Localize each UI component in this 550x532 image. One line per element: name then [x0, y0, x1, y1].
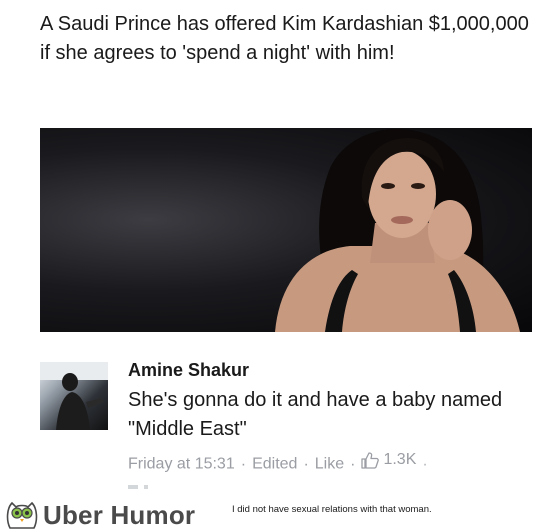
meta-separator: ·	[303, 455, 309, 473]
comment-text: She's gonna do it and have a baby named …	[128, 389, 503, 440]
meta-separator: ·	[240, 455, 247, 473]
comment-timestamp[interactable]: Friday at 15:31	[128, 456, 235, 473]
edited-label[interactable]: Edited	[252, 456, 297, 473]
comment-meta: Friday at 15:31 · Edited · Like · 1.3K ·	[128, 451, 434, 474]
like-count[interactable]: 1.3K	[361, 451, 416, 469]
owl-logo-icon	[6, 501, 38, 529]
comment-meta-overflow	[128, 478, 158, 496]
watermark-footer: Uber Humor I did not have sexual relatio…	[0, 496, 550, 532]
post-photo[interactable]	[40, 128, 532, 332]
meta-separator: ·	[422, 455, 428, 473]
thumbs-up-icon	[361, 451, 380, 469]
like-button[interactable]: Like	[315, 456, 344, 473]
brand-name: Uber Humor	[43, 500, 196, 530]
meta-separator: ·	[350, 455, 356, 473]
like-count-value: 1.3K	[383, 451, 417, 468]
commenter-avatar[interactable]	[40, 362, 108, 430]
image-caption: I did not have sexual relations with tha…	[232, 504, 432, 515]
commenter-name[interactable]: Amine Shakur	[128, 360, 249, 381]
avatar-image	[40, 362, 108, 430]
clipped-text-fragment	[128, 485, 148, 489]
woman-portrait-image	[275, 128, 520, 332]
post-headline: A Saudi Prince has offered Kim Kardashia…	[40, 13, 529, 64]
